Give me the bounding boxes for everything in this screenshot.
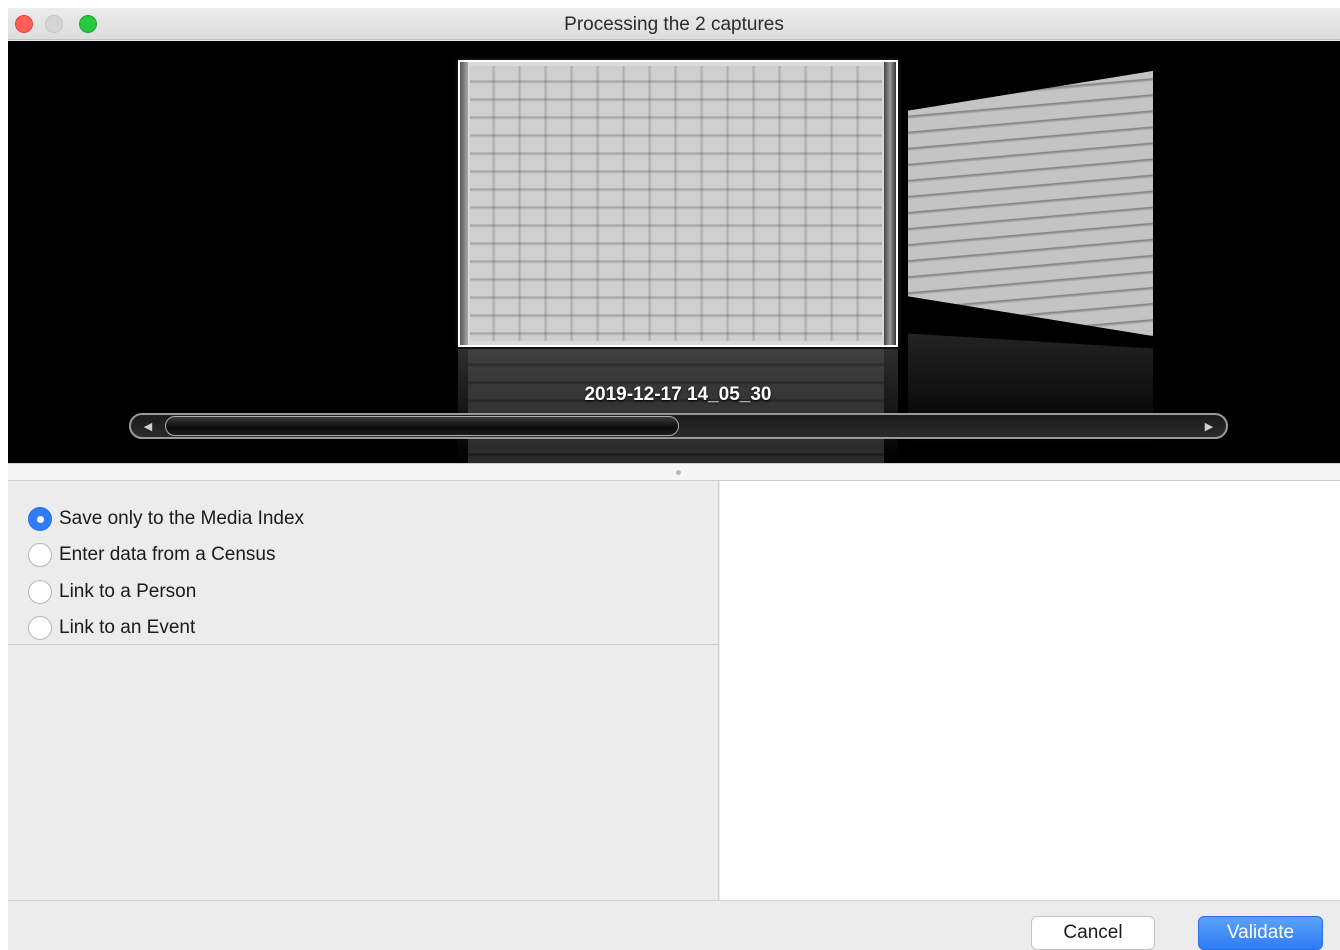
option-label: Save only to the Media Index xyxy=(59,508,305,529)
capture-preview: 2019-12-17 14_05_30 ◀ ▶ xyxy=(8,41,1340,463)
handwritten-document-image xyxy=(470,66,882,341)
cancel-button[interactable]: Cancel xyxy=(1031,916,1155,950)
capture-caption: 2019-12-17 14_05_30 xyxy=(584,384,772,405)
capture-image-next[interactable] xyxy=(908,71,1153,336)
radio-button[interactable] xyxy=(28,543,52,567)
dialog-window: Processing the 2 captures 2019-12-17 14_… xyxy=(8,8,1340,950)
option-label: Link to a Person xyxy=(59,581,197,602)
option-enter-census[interactable]: Enter data from a Census xyxy=(28,540,276,570)
options-panel: Save only to the Media Index Enter data … xyxy=(8,481,719,901)
divider-handle-icon xyxy=(676,470,681,475)
validate-button[interactable]: Validate xyxy=(1198,916,1323,950)
capture-options-radio-group: Save only to the Media Index Enter data … xyxy=(8,481,719,645)
split-view-divider[interactable] xyxy=(8,463,1340,481)
page-edge-right xyxy=(884,62,896,345)
coverflow-scrollbar[interactable]: ◀ ▶ xyxy=(129,413,1228,439)
radio-button[interactable] xyxy=(28,507,52,531)
option-save-media-index[interactable]: Save only to the Media Index xyxy=(28,504,304,534)
window-title: Processing the 2 captures xyxy=(564,14,784,35)
title-bar: Processing the 2 captures xyxy=(8,8,1340,40)
scroll-thumb[interactable] xyxy=(165,416,679,436)
dialog-button-bar: Cancel Validate xyxy=(8,900,1340,950)
option-link-event[interactable]: Link to an Event xyxy=(28,613,195,643)
option-link-person[interactable]: Link to a Person xyxy=(28,577,196,607)
details-panel xyxy=(720,481,1340,901)
capture-image-current[interactable] xyxy=(458,60,898,347)
scroll-left-arrow-icon[interactable]: ◀ xyxy=(133,415,163,437)
option-label: Link to an Event xyxy=(59,617,196,638)
capture-reflection xyxy=(458,349,898,463)
page-edge-left xyxy=(460,62,468,345)
radio-button[interactable] xyxy=(28,616,52,640)
option-label: Enter data from a Census xyxy=(59,544,276,565)
scroll-right-arrow-icon[interactable]: ▶ xyxy=(1194,415,1224,437)
radio-button[interactable] xyxy=(28,580,52,604)
